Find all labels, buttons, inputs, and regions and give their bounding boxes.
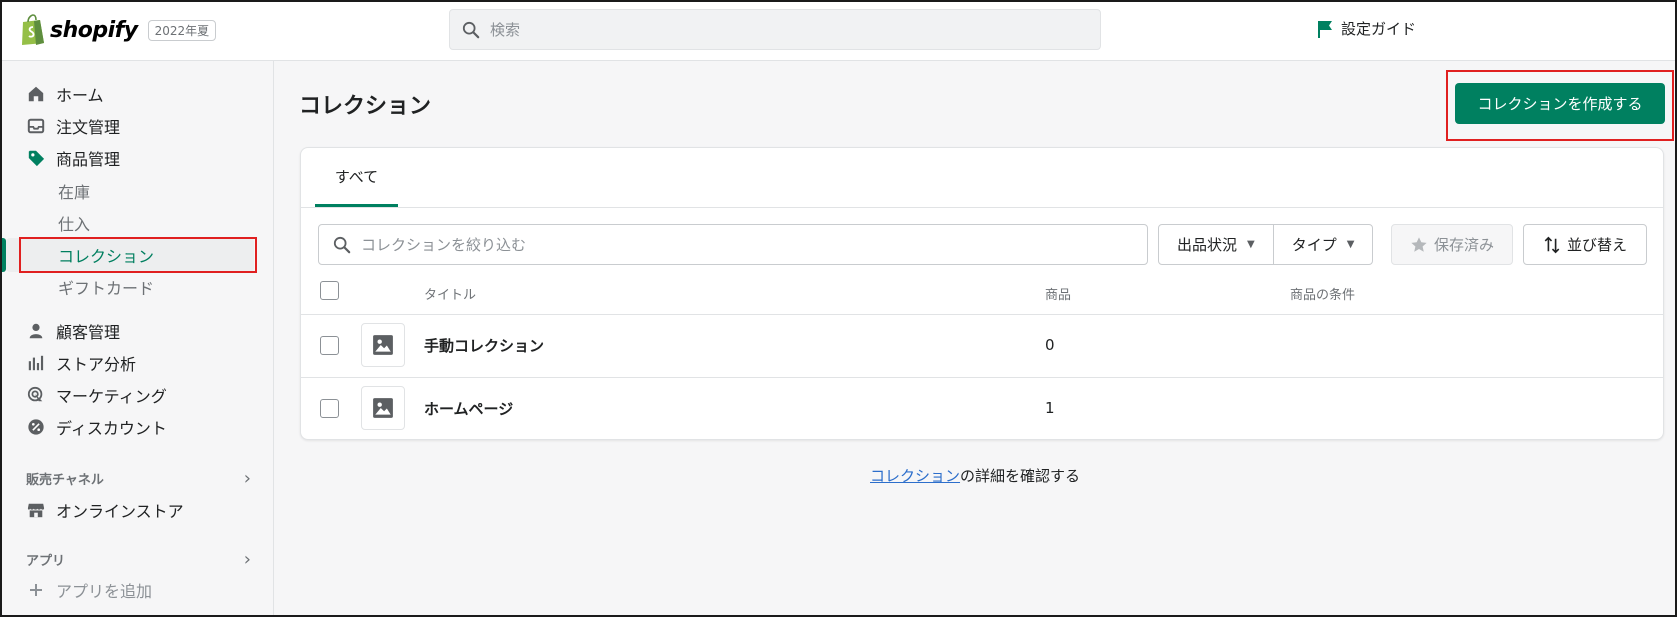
chevron-right-icon: › bbox=[243, 548, 251, 570]
learn-more-link[interactable]: コレクション bbox=[870, 467, 960, 485]
caret-down-icon: ▼ bbox=[1247, 239, 1255, 250]
sidebar-active-indicator bbox=[2, 238, 6, 272]
search-icon bbox=[462, 21, 480, 38]
highlight-box-create-button bbox=[1446, 70, 1674, 141]
saved-button[interactable]: 保存済み bbox=[1391, 224, 1513, 265]
filter-button-group: 出品状況 ▼ タイプ ▼ bbox=[1158, 224, 1374, 265]
discount-icon bbox=[26, 417, 46, 437]
shopify-bag-icon bbox=[22, 14, 44, 45]
tag-icon bbox=[26, 148, 46, 168]
column-header-title[interactable]: タイトル bbox=[424, 284, 476, 303]
collection-product-count: 0 bbox=[1045, 336, 1055, 354]
edition-badge: 2022年夏 bbox=[147, 19, 217, 41]
sidebar: ホーム 注文管理 商品管理 在庫 仕入 コレクション ギフトカード 顧客管理 ス… bbox=[2, 61, 274, 615]
table-divider bbox=[301, 314, 1663, 315]
sidebar-item-label: 注文管理 bbox=[56, 118, 121, 137]
setup-guide-label: 設定ガイド bbox=[1341, 20, 1417, 38]
sidebar-item-online-store[interactable]: オンラインストア bbox=[26, 496, 184, 524]
column-header-conditions[interactable]: 商品の条件 bbox=[1290, 284, 1355, 303]
collection-title[interactable]: ホームページ bbox=[424, 398, 513, 419]
apps-heading[interactable]: アプリ › bbox=[26, 548, 251, 570]
status-filter-button[interactable]: 出品状況 ▼ bbox=[1159, 225, 1273, 264]
sidebar-item-label: オンラインストア bbox=[56, 502, 184, 521]
collections-card: すべて コレクションを絞り込む 出品状況 ▼ タイプ ▼ 保存済み 並び替え タ… bbox=[300, 147, 1664, 440]
sidebar-item-label: マーケティング bbox=[56, 387, 167, 406]
tabs-divider bbox=[301, 207, 1663, 208]
collection-thumbnail[interactable] bbox=[361, 386, 405, 430]
search-placeholder: 検索 bbox=[490, 21, 521, 39]
highlight-box-collections bbox=[19, 237, 257, 273]
row-checkbox[interactable] bbox=[320, 336, 339, 355]
setup-guide-button[interactable]: 設定ガイド bbox=[1317, 18, 1416, 39]
column-header-products[interactable]: 商品 bbox=[1045, 284, 1071, 303]
sidebar-item-customers[interactable]: 顧客管理 bbox=[26, 317, 120, 345]
image-placeholder-icon bbox=[373, 335, 393, 355]
inbox-icon bbox=[26, 116, 46, 136]
sidebar-item-label: ホーム bbox=[56, 86, 104, 105]
app-frame: shopify 2022年夏 検索 設定ガイド ホーム 注文管理 商品管理 在庫… bbox=[0, 0, 1677, 617]
sidebar-subitem-inventory[interactable]: 在庫 bbox=[58, 177, 90, 205]
sidebar-item-orders[interactable]: 注文管理 bbox=[26, 112, 120, 140]
sidebar-item-label: アプリを追加 bbox=[56, 582, 153, 601]
caret-down-icon: ▼ bbox=[1346, 239, 1355, 250]
collection-thumbnail[interactable] bbox=[361, 323, 405, 367]
tab-all[interactable]: すべて bbox=[315, 148, 398, 207]
sidebar-subitem-purchase[interactable]: 仕入 bbox=[58, 209, 90, 237]
type-filter-label: タイプ bbox=[1291, 236, 1337, 254]
saved-label: 保存済み bbox=[1433, 236, 1494, 254]
collection-filter-input[interactable]: コレクションを絞り込む bbox=[318, 224, 1148, 265]
collection-product-count: 1 bbox=[1045, 399, 1055, 417]
sidebar-item-analytics[interactable]: ストア分析 bbox=[26, 349, 136, 377]
learn-more-text: コレクションの詳細を確認する bbox=[870, 465, 1080, 486]
sidebar-item-products[interactable]: 商品管理 bbox=[26, 144, 120, 172]
sales-channels-label: 販売チャネル bbox=[26, 472, 104, 488]
search-icon bbox=[333, 236, 351, 253]
filter-placeholder: コレクションを絞り込む bbox=[361, 236, 527, 254]
table-divider bbox=[301, 377, 1663, 378]
sales-channels-heading[interactable]: 販売チャネル › bbox=[26, 467, 251, 489]
sidebar-subitem-giftcards[interactable]: ギフトカード bbox=[58, 273, 154, 301]
plus-icon bbox=[26, 580, 46, 600]
global-search-input[interactable]: 検索 bbox=[449, 9, 1101, 50]
top-bar: shopify 2022年夏 検索 設定ガイド bbox=[2, 2, 1675, 61]
sidebar-item-marketing[interactable]: マーケティング bbox=[26, 381, 167, 409]
chevron-right-icon: › bbox=[243, 467, 251, 489]
sort-button[interactable]: 並び替え bbox=[1523, 224, 1647, 265]
sidebar-item-add-app[interactable]: アプリを追加 bbox=[26, 576, 152, 604]
sidebar-item-label: 商品管理 bbox=[56, 150, 121, 169]
status-filter-label: 出品状況 bbox=[1177, 236, 1238, 254]
row-checkbox[interactable] bbox=[320, 399, 339, 418]
apps-label: アプリ bbox=[26, 553, 66, 569]
select-all-checkbox[interactable] bbox=[320, 281, 339, 300]
collection-title[interactable]: 手動コレクション bbox=[424, 335, 544, 356]
brand-name: shopify bbox=[50, 17, 138, 43]
home-icon bbox=[26, 84, 46, 104]
person-icon bbox=[26, 321, 46, 341]
store-icon bbox=[26, 500, 46, 520]
page-title: コレクション bbox=[299, 94, 432, 119]
image-placeholder-icon bbox=[373, 398, 393, 418]
sort-label: 並び替え bbox=[1566, 236, 1627, 254]
shopify-logo[interactable]: shopify 2022年夏 bbox=[20, 14, 217, 46]
sidebar-item-label: 顧客管理 bbox=[56, 323, 121, 342]
type-filter-button[interactable]: タイプ ▼ bbox=[1272, 225, 1373, 264]
sidebar-item-label: ストア分析 bbox=[56, 355, 137, 374]
sidebar-item-discounts[interactable]: ディスカウント bbox=[26, 413, 167, 441]
flag-icon bbox=[1318, 20, 1332, 38]
learn-more-suffix: の詳細を確認する bbox=[960, 467, 1081, 485]
marketing-icon bbox=[26, 385, 46, 405]
sidebar-item-home[interactable]: ホーム bbox=[26, 80, 104, 108]
sort-arrows-icon bbox=[1544, 236, 1560, 253]
star-icon bbox=[1411, 236, 1427, 252]
sidebar-item-label: ディスカウント bbox=[56, 419, 167, 438]
analytics-icon bbox=[26, 353, 46, 373]
